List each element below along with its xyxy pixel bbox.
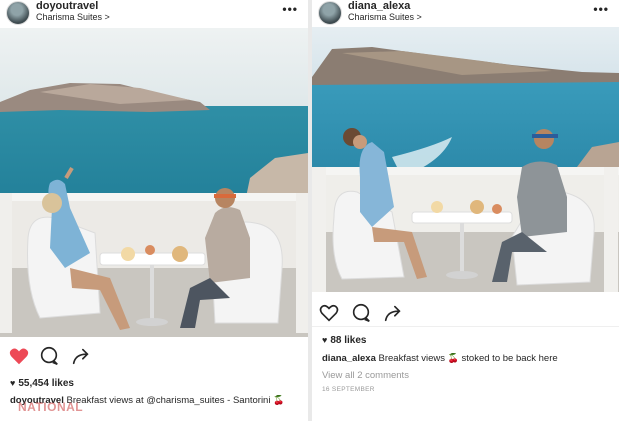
- post-diana-alexa: diana_alexa Charisma Suites > ••• ♥ 88 l…: [312, 0, 619, 421]
- comment-icon[interactable]: [350, 302, 372, 324]
- post-doyoutravel: doyoutravel Charisma Suites > ••• ♥ 55,4…: [0, 0, 308, 421]
- likes-text: 88 likes: [330, 335, 367, 346]
- location-link[interactable]: Charisma Suites >: [36, 12, 110, 22]
- cherry-emoji: 🍒: [273, 395, 285, 405]
- view-comments-link[interactable]: View all 2 comments: [322, 370, 409, 381]
- caption-text: Breakfast views at @charisma_suites - Sa…: [66, 395, 271, 406]
- location-label: Charisma Suites: [348, 12, 415, 22]
- post-actions: [0, 345, 308, 369]
- avatar[interactable]: [6, 1, 30, 25]
- location-label: Charisma Suites: [36, 12, 103, 22]
- post-date: 16 SEPTEMBER: [322, 386, 375, 393]
- likes-count[interactable]: ♥ 55,454 likes: [10, 378, 74, 389]
- post-photo[interactable]: [312, 27, 619, 292]
- comment-icon[interactable]: [38, 345, 60, 367]
- location-link[interactable]: Charisma Suites >: [348, 12, 422, 22]
- chevron-right-icon: >: [416, 12, 422, 22]
- likes-count[interactable]: ♥ 88 likes: [322, 335, 367, 346]
- heart-small-icon: ♥: [322, 335, 328, 345]
- breakfast-photo-illustration: [312, 27, 619, 292]
- caption-text: Breakfast views: [378, 353, 446, 364]
- username-link[interactable]: doyoutravel: [36, 0, 98, 12]
- watermark: NATIONAL: [18, 400, 84, 414]
- avatar[interactable]: [318, 1, 342, 25]
- post-header: diana_alexa Charisma Suites > •••: [312, 0, 619, 26]
- share-icon[interactable]: [70, 345, 92, 367]
- more-options-button[interactable]: •••: [282, 2, 298, 16]
- post-header: doyoutravel Charisma Suites > •••: [0, 0, 308, 26]
- cherry-emoji: 🍒: [447, 353, 459, 363]
- more-options-button[interactable]: •••: [593, 2, 609, 16]
- breakfast-photo-illustration: [0, 28, 308, 337]
- heart-outline-icon[interactable]: [318, 302, 340, 324]
- post-photo[interactable]: [0, 28, 308, 337]
- caption-username[interactable]: diana_alexa: [322, 353, 376, 364]
- chevron-right-icon: >: [104, 12, 110, 22]
- post-caption: diana_alexa Breakfast views 🍒 stoked to …: [322, 352, 612, 365]
- username-link[interactable]: diana_alexa: [348, 0, 410, 12]
- post-actions: [312, 302, 619, 326]
- share-icon[interactable]: [382, 302, 404, 324]
- likes-text: 55,454 likes: [18, 378, 74, 389]
- heart-filled-icon[interactable]: [8, 345, 30, 367]
- section-separator: [312, 326, 619, 327]
- heart-small-icon: ♥: [10, 378, 16, 388]
- caption-text-after: stoked to be back here: [461, 353, 558, 364]
